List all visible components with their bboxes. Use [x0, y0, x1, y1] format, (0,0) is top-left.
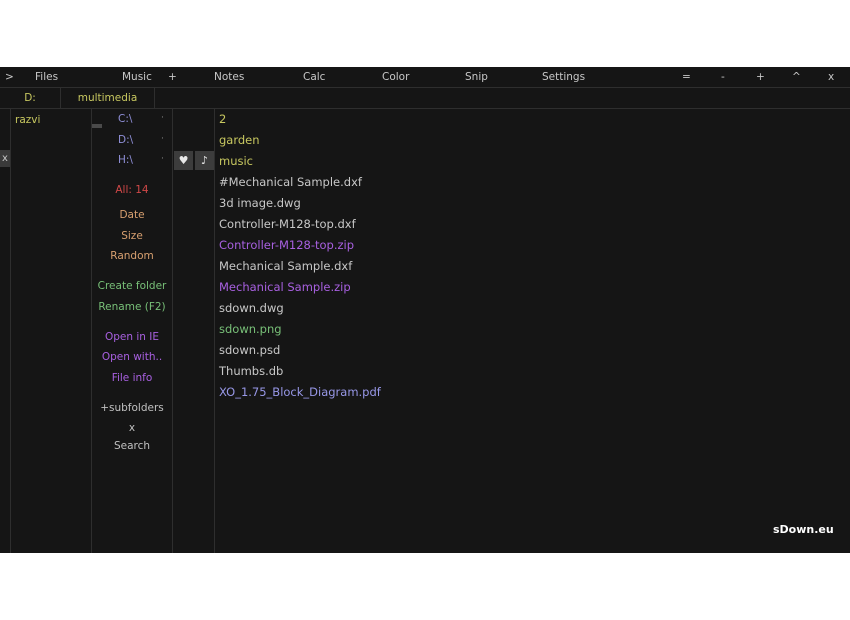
- sort-size[interactable]: Size: [92, 230, 172, 242]
- drive-c[interactable]: C:\: [118, 113, 148, 125]
- file-item[interactable]: sdown.dwg: [219, 301, 284, 315]
- menu-color[interactable]: Color: [382, 71, 409, 83]
- column-divider: [172, 109, 173, 553]
- user-folder[interactable]: razvi: [15, 114, 40, 126]
- sort-random[interactable]: Random: [92, 250, 172, 262]
- drive-d-dot: ·: [161, 134, 164, 144]
- drive-h[interactable]: H:\: [118, 154, 148, 166]
- file-item[interactable]: Controller-M128-top.zip: [219, 238, 354, 252]
- menu-equals-button[interactable]: =: [682, 71, 691, 83]
- open-with-button[interactable]: Open with..: [92, 351, 172, 363]
- breadcrumb-folder[interactable]: multimedia: [61, 88, 155, 108]
- drive-d[interactable]: D:\: [118, 134, 148, 146]
- file-item[interactable]: 3d image.dwg: [219, 196, 301, 210]
- file-item[interactable]: sdown.png: [219, 322, 282, 336]
- close-panel-button[interactable]: x: [0, 150, 10, 167]
- open-in-ie-button[interactable]: Open in IE: [92, 331, 172, 343]
- breadcrumb: D: multimedia: [0, 88, 850, 109]
- maximize-button[interactable]: ^: [792, 71, 801, 83]
- rename-button[interactable]: Rename (F2): [92, 301, 172, 313]
- close-button[interactable]: x: [828, 71, 834, 83]
- clear-search-button[interactable]: x: [92, 422, 172, 434]
- menu-snip[interactable]: Snip: [465, 71, 488, 83]
- heart-icon[interactable]: ♥: [174, 151, 193, 170]
- music-note-icon[interactable]: ♪: [195, 151, 214, 170]
- folder-item[interactable]: garden: [219, 133, 260, 147]
- file-manager-window: > Files Music + Notes Calc Color Snip Se…: [0, 67, 850, 553]
- breadcrumb-drive[interactable]: D:: [0, 88, 61, 108]
- folder-item[interactable]: music: [219, 154, 253, 168]
- brand-logo: sDown.eu: [773, 523, 834, 536]
- menu-bar: > Files Music + Notes Calc Color Snip Se…: [0, 67, 850, 88]
- scrollbar-thumb[interactable]: [92, 124, 102, 128]
- file-info-button[interactable]: File info: [92, 372, 172, 384]
- zoom-out-button[interactable]: -: [721, 71, 725, 83]
- file-item[interactable]: Controller-M128-top.dxf: [219, 217, 356, 231]
- file-item[interactable]: sdown.psd: [219, 343, 280, 357]
- drive-c-dot: ·: [161, 113, 164, 123]
- file-item[interactable]: Mechanical Sample.dxf: [219, 259, 352, 273]
- file-count[interactable]: All: 14: [92, 184, 172, 196]
- file-item[interactable]: Thumbs.db: [219, 364, 283, 378]
- sort-date[interactable]: Date: [92, 209, 172, 221]
- menu-settings[interactable]: Settings: [542, 71, 585, 83]
- file-item[interactable]: XO_1.75_Block_Diagram.pdf: [219, 385, 381, 399]
- zoom-in-button[interactable]: +: [756, 71, 765, 83]
- search-button[interactable]: Search: [92, 440, 172, 452]
- file-item[interactable]: #Mechanical Sample.dxf: [219, 175, 362, 189]
- menu-files[interactable]: Files: [35, 71, 58, 83]
- column-divider: [214, 109, 215, 553]
- file-item[interactable]: Mechanical Sample.zip: [219, 280, 351, 294]
- expand-button[interactable]: >: [5, 71, 14, 83]
- menu-notes[interactable]: Notes: [214, 71, 244, 83]
- column-divider: [10, 109, 11, 553]
- menu-music[interactable]: Music: [122, 71, 152, 83]
- menu-calc[interactable]: Calc: [303, 71, 325, 83]
- drive-h-dot: ·: [161, 154, 164, 164]
- menu-add[interactable]: +: [168, 71, 177, 83]
- folder-item[interactable]: 2: [219, 112, 226, 126]
- subfolders-toggle[interactable]: +subfolders: [92, 402, 172, 414]
- create-folder-button[interactable]: Create folder: [92, 280, 172, 292]
